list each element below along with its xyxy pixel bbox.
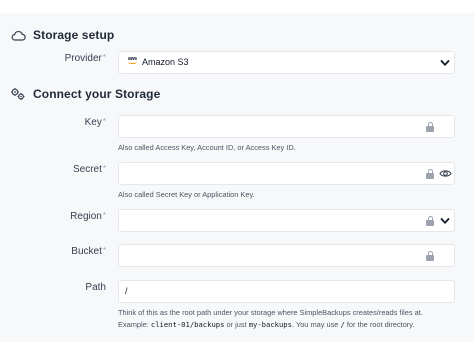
key-hint: Also called Access Key, Account ID, or A… (118, 143, 296, 152)
region-select[interactable] (118, 209, 455, 232)
path-hint-line1: Think of this as the root path under you… (118, 308, 423, 317)
gears-icon (10, 86, 26, 102)
storage-setup-header: Storage setup (10, 27, 114, 43)
chevron-down-icon (440, 60, 450, 66)
lock-icon (426, 122, 434, 132)
bucket-label: Bucket* (71, 246, 106, 257)
lock-icon (426, 251, 434, 261)
secret-hint: Also called Secret Key or Application Ke… (118, 190, 255, 199)
provider-label: Provider* (64, 53, 106, 64)
path-input[interactable]: / (118, 280, 455, 303)
storage-setup-title: Storage setup (33, 28, 115, 42)
path-example-code: client-01/backups (150, 320, 225, 329)
provider-select[interactable]: aws Amazon S3 (118, 51, 455, 74)
connect-storage-title: Connect your Storage (33, 87, 161, 101)
eye-icon[interactable] (439, 168, 452, 179)
required-mark: * (102, 246, 106, 255)
path-value: / (125, 286, 128, 296)
required-mark: * (102, 117, 106, 126)
path-hint-line2: Example: client-01/backups or just my-ba… (118, 320, 415, 329)
key-label: Key* (84, 117, 106, 128)
path-label: Path (85, 282, 106, 293)
cloud-icon (10, 27, 26, 43)
lock-icon (426, 169, 434, 179)
required-mark: * (102, 211, 106, 220)
region-label: Region* (70, 211, 106, 222)
chevron-down-icon (440, 218, 450, 224)
aws-logo: aws (128, 56, 137, 64)
key-input[interactable] (118, 115, 455, 138)
secret-label: Secret* (72, 164, 106, 175)
bucket-input[interactable] (118, 244, 455, 267)
connect-storage-header: Connect your Storage (10, 86, 160, 102)
secret-input[interactable] (118, 162, 455, 185)
required-mark: * (102, 164, 106, 173)
lock-icon (426, 216, 434, 226)
provider-value: Amazon S3 (142, 57, 189, 67)
required-mark: * (102, 53, 106, 62)
path-example-code: my-backups (248, 320, 292, 329)
